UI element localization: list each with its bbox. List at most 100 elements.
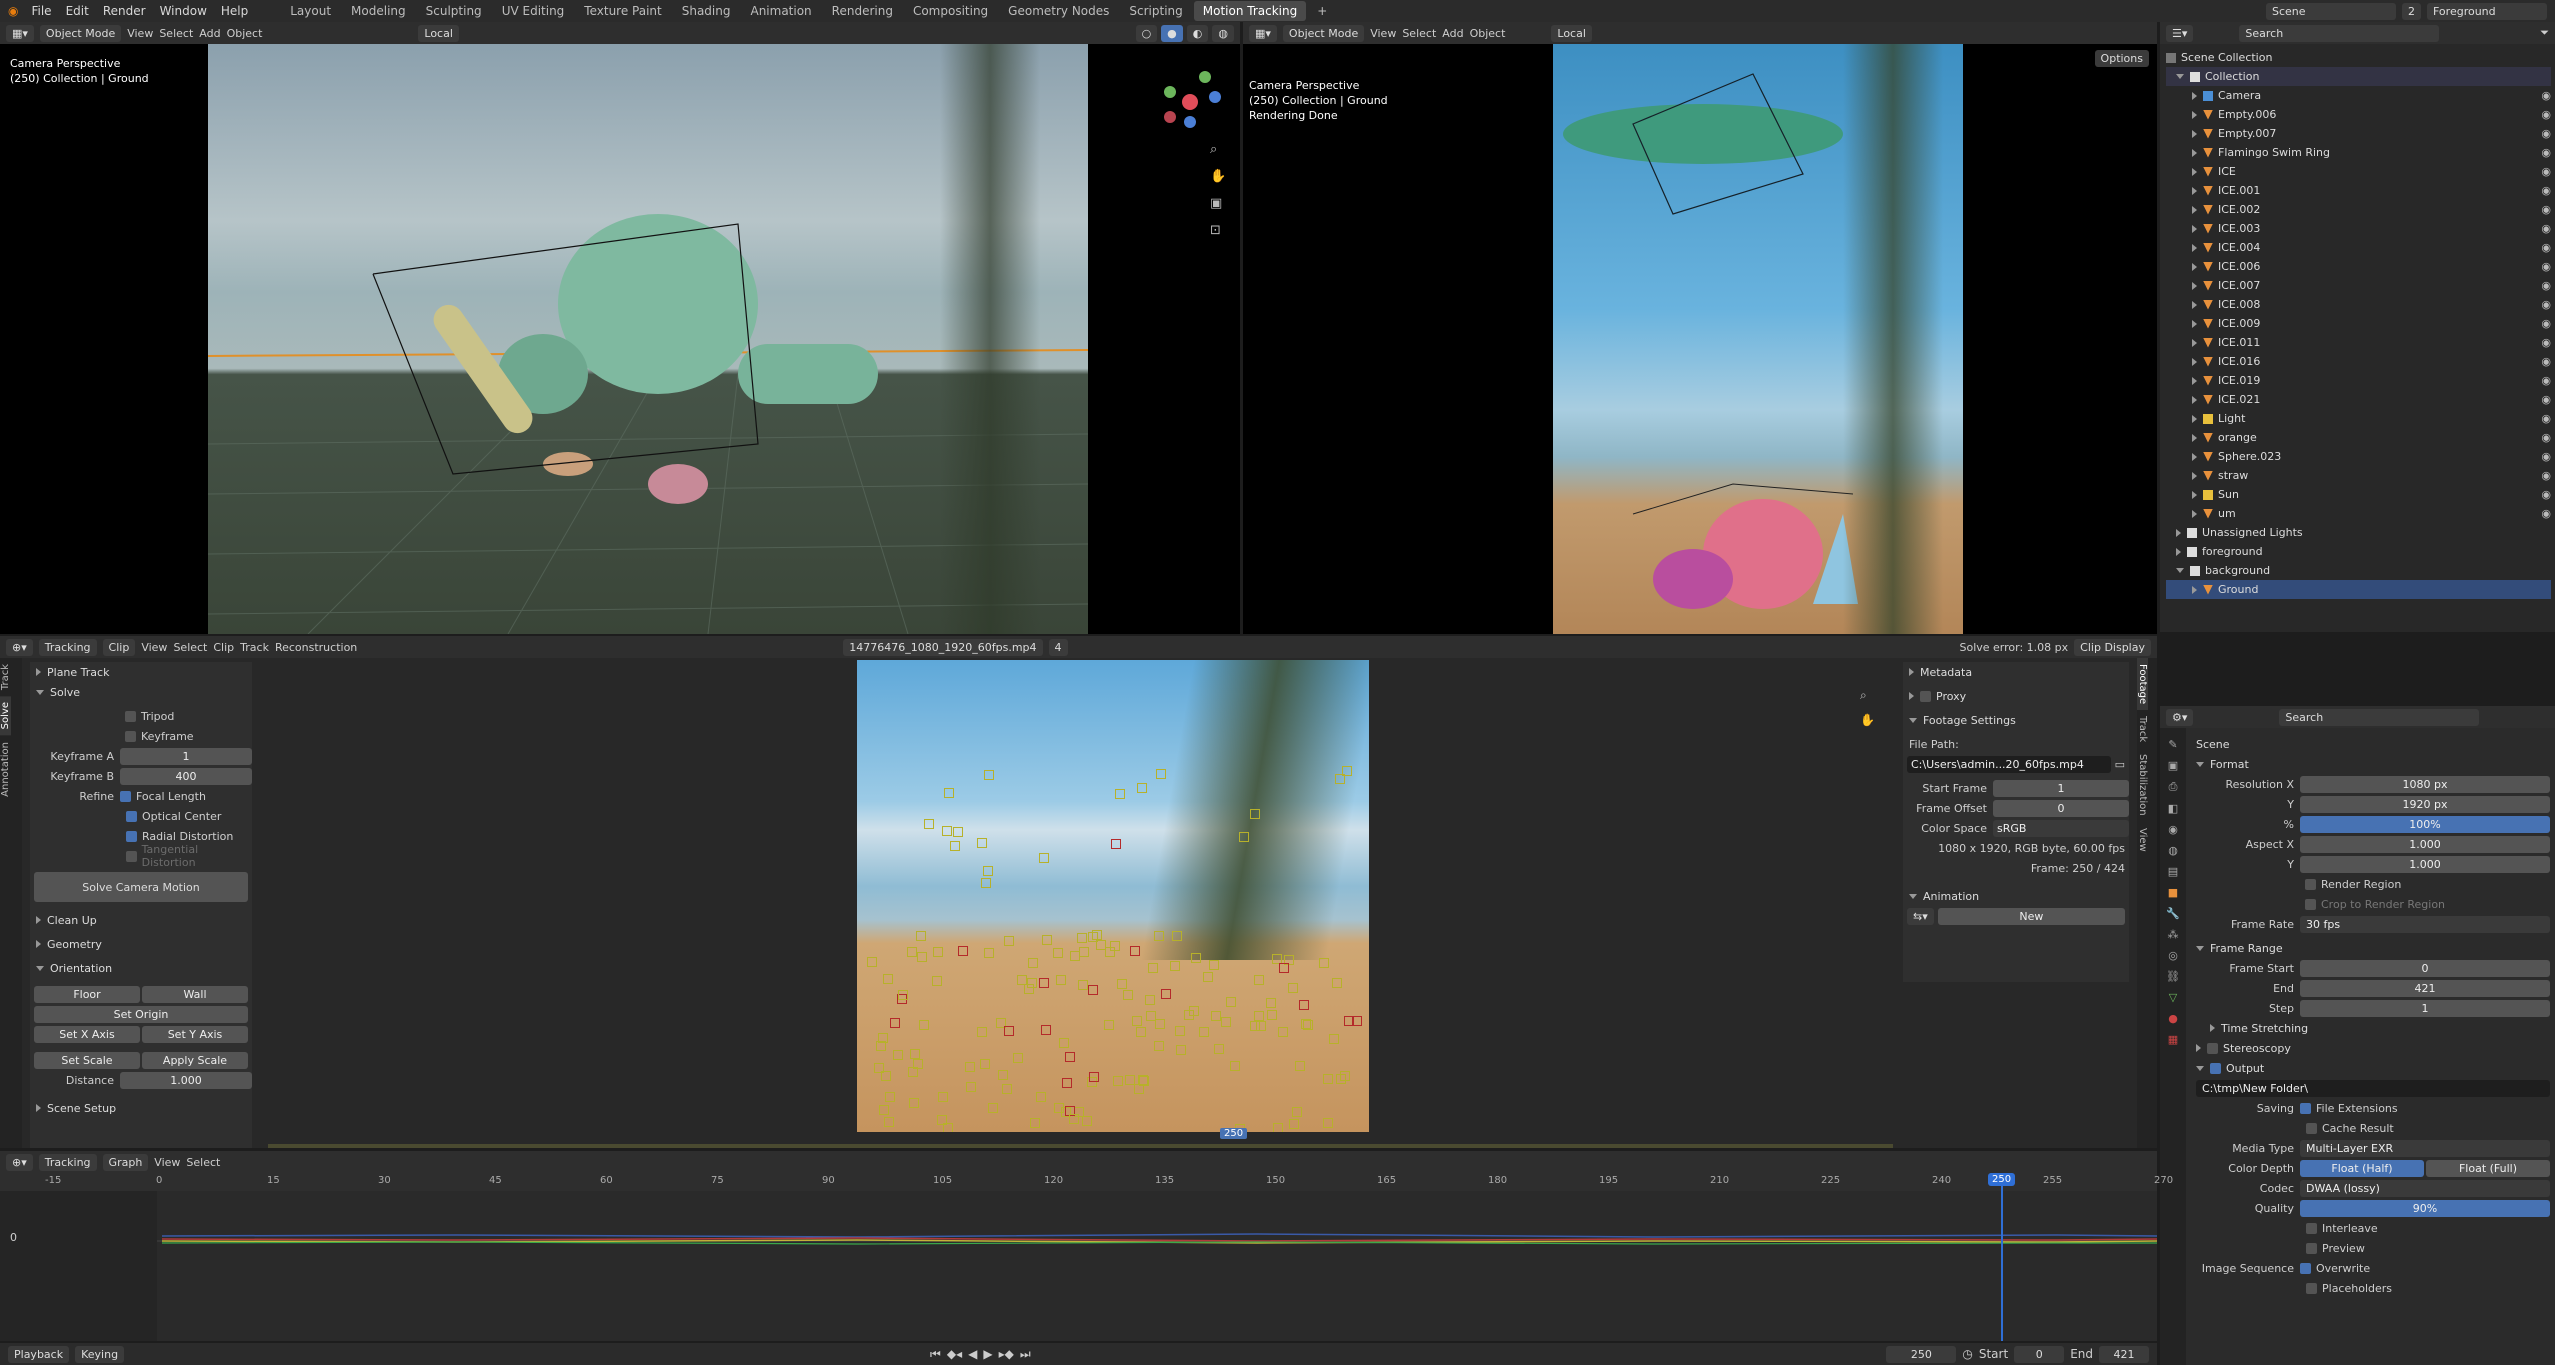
menu-view[interactable]: View — [127, 27, 153, 40]
expand-icon[interactable] — [2196, 1044, 2201, 1052]
radial-distortion-checkbox[interactable] — [126, 830, 137, 842]
visibility-eye-icon[interactable]: ◉ — [2541, 127, 2551, 140]
outliner-item[interactable]: ICE.002 ◉ — [2166, 200, 2551, 219]
tab-geometry-nodes[interactable]: Geometry Nodes — [999, 1, 1118, 21]
track-marker[interactable] — [976, 838, 987, 849]
focal-length-checkbox[interactable] — [120, 790, 131, 802]
outliner-item[interactable]: Empty.007 ◉ — [2166, 124, 2551, 143]
camera-view-icon[interactable]: ▣ — [1210, 196, 1226, 211]
expand-icon[interactable] — [2192, 433, 2197, 442]
track-marker[interactable] — [950, 840, 961, 851]
expand-icon[interactable] — [2192, 490, 2197, 499]
menu-add[interactable]: Add — [1442, 27, 1463, 40]
tab-modeling[interactable]: Modeling — [342, 1, 415, 21]
play-icon[interactable]: ▶ — [983, 1347, 992, 1362]
visibility-eye-icon[interactable]: ◉ — [2541, 317, 2551, 330]
track-marker[interactable] — [983, 769, 994, 780]
wireframe-shading-icon[interactable]: ○ — [1135, 24, 1158, 42]
optical-center-checkbox[interactable] — [126, 810, 137, 822]
material-tab-icon[interactable]: ● — [2168, 1012, 2178, 1025]
tab-solve[interactable]: Solve — [0, 696, 11, 736]
visibility-eye-icon[interactable]: ◉ — [2541, 488, 2551, 501]
menu-reconstruction[interactable]: Reconstruction — [275, 641, 357, 654]
interleave-checkbox[interactable] — [2306, 1222, 2317, 1234]
editor-type-icon[interactable]: ▦▾ — [1249, 24, 1277, 42]
track-marker[interactable] — [919, 1019, 930, 1030]
track-marker[interactable] — [915, 930, 926, 941]
clip-display-dropdown[interactable]: Clip Display — [2074, 638, 2151, 656]
view-layer-selector[interactable]: Foreground — [2427, 2, 2547, 20]
outliner-unassigned[interactable]: Unassigned Lights — [2166, 523, 2551, 542]
zoom-icon[interactable]: ⌕ — [1860, 688, 1875, 703]
outliner-scene-collection[interactable]: Scene Collection — [2166, 48, 2551, 67]
outliner-item[interactable]: ICE.006 ◉ — [2166, 257, 2551, 276]
track-marker[interactable] — [1078, 947, 1089, 958]
expand-icon[interactable] — [2192, 395, 2197, 404]
resolution-y-field[interactable]: 1920 px — [2300, 795, 2550, 813]
output-path-field[interactable]: C:\tmp\New Folder\ — [2196, 1079, 2550, 1097]
visibility-eye-icon[interactable]: ◉ — [2541, 146, 2551, 159]
format-section[interactable]: Format — [2190, 754, 2550, 774]
object-tab-icon[interactable]: ■ — [2168, 886, 2178, 899]
expand-icon[interactable] — [1909, 668, 1914, 676]
media-type-dropdown[interactable]: Multi-Layer EXR — [2300, 1139, 2550, 1157]
track-marker[interactable] — [1136, 782, 1147, 793]
track-marker[interactable] — [1292, 1106, 1303, 1117]
tab-layout[interactable]: Layout — [281, 1, 340, 21]
expand-icon[interactable] — [2192, 319, 2197, 328]
stereoscopy-checkbox[interactable] — [2207, 1042, 2218, 1054]
float-half-toggle[interactable]: Float (Half) — [2300, 1159, 2424, 1177]
current-frame-badge[interactable]: 250 — [1988, 1173, 2016, 1186]
track-marker[interactable] — [1058, 1038, 1069, 1049]
track-marker[interactable] — [979, 1058, 990, 1069]
expand-icon[interactable] — [2192, 281, 2197, 290]
track-marker[interactable] — [1288, 1118, 1299, 1129]
track-marker[interactable] — [1172, 930, 1183, 941]
output-checkbox[interactable] — [2210, 1062, 2221, 1074]
track-marker[interactable] — [1322, 1074, 1333, 1085]
track-marker[interactable] — [1103, 1020, 1114, 1031]
track-marker[interactable] — [1041, 1025, 1052, 1036]
tab-rendering[interactable]: Rendering — [823, 1, 902, 21]
track-marker[interactable] — [1174, 1025, 1185, 1036]
solid-shading-icon[interactable]: ● — [1161, 24, 1183, 42]
aspect-y-field[interactable]: 1.000 — [2300, 855, 2550, 873]
tab-uv-editing[interactable]: UV Editing — [493, 1, 574, 21]
interleave-row[interactable]: Interleave — [2190, 1218, 2550, 1238]
world-tab-icon[interactable]: ◍ — [2168, 844, 2178, 857]
track-marker[interactable] — [1026, 977, 1037, 988]
expand-icon[interactable] — [2192, 376, 2197, 385]
current-frame-field[interactable]: 250 — [1886, 1345, 1957, 1363]
track-marker[interactable] — [988, 1103, 999, 1114]
visibility-eye-icon[interactable]: ◉ — [2541, 108, 2551, 121]
track-marker[interactable] — [998, 1069, 1009, 1080]
expand-icon[interactable] — [2192, 414, 2197, 423]
track-marker[interactable] — [958, 946, 969, 957]
visibility-eye-icon[interactable]: ◉ — [2541, 374, 2551, 387]
pan-hand-icon[interactable]: ✋ — [1860, 713, 1875, 727]
expand-icon[interactable] — [2176, 74, 2184, 79]
rendered-shading-icon[interactable]: ◍ — [1212, 24, 1234, 42]
menu-select[interactable]: Select — [173, 641, 207, 654]
navigation-gizmo-icon[interactable] — [1150, 62, 1230, 142]
expand-icon[interactable] — [2192, 509, 2197, 518]
jump-start-icon[interactable]: ⏮ — [930, 1347, 941, 1362]
placeholders-row[interactable]: Placeholders — [2190, 1278, 2550, 1298]
tangential-row[interactable]: Tangential Distortion — [30, 843, 252, 869]
keyframe-checkbox[interactable] — [125, 730, 136, 742]
preview-row[interactable]: Preview — [2190, 1238, 2550, 1258]
physics-tab-icon[interactable]: ◎ — [2168, 949, 2178, 962]
track-marker[interactable] — [1249, 1020, 1260, 1031]
mode-selector[interactable]: Object Mode — [1282, 24, 1365, 42]
set-y-axis-button[interactable]: Set Y Axis — [142, 1025, 248, 1043]
track-marker[interactable] — [1039, 977, 1050, 988]
menu-object[interactable]: Object — [1470, 27, 1506, 40]
track-marker[interactable] — [1122, 990, 1133, 1001]
outliner-item[interactable]: ICE.009 ◉ — [2166, 314, 2551, 333]
float-full-toggle[interactable]: Float (Full) — [2426, 1159, 2550, 1177]
graph-ruler[interactable]: -15 0 15 30 45 60 75 90 105 120 135 150 165 180 195 210… — [0, 1173, 2173, 1191]
set-x-axis-button[interactable]: Set X Axis — [34, 1025, 140, 1043]
expand-icon[interactable] — [2192, 338, 2197, 347]
track-marker[interactable] — [944, 788, 955, 799]
track-marker[interactable] — [1238, 832, 1249, 843]
